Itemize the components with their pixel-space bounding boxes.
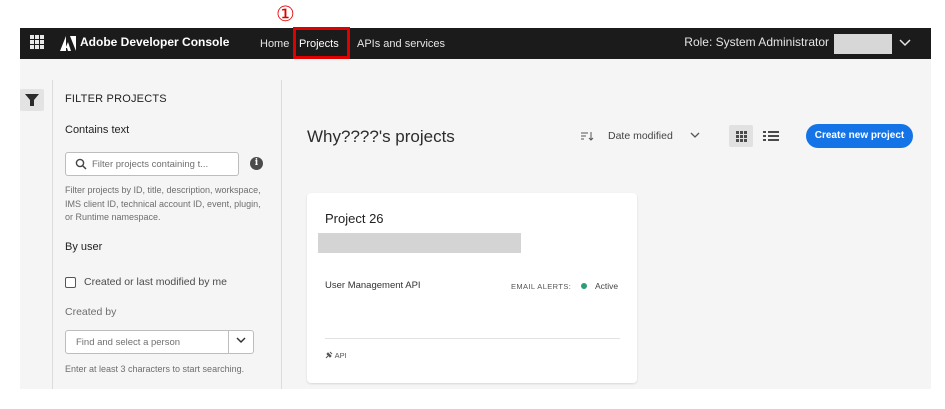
person-picker-dropdown-button[interactable] — [228, 331, 253, 353]
email-alerts-label: EMAIL ALERTS: — [511, 282, 572, 291]
created-by-label: Created by — [65, 306, 117, 318]
status-dot-icon — [581, 283, 587, 289]
by-user-heading: By user — [65, 241, 103, 253]
person-picker[interactable]: Find and select a person — [65, 330, 254, 354]
filter-search-placeholder: Filter projects containing t... — [92, 159, 209, 170]
list-view-icon[interactable] — [763, 127, 781, 145]
top-bar: Adobe Developer Console Home Projects AP… — [20, 28, 931, 59]
created-by-me-label[interactable]: Created or last modified by me — [84, 276, 227, 288]
project-api-name: User Management API — [325, 280, 421, 291]
grid-view-icon — [736, 131, 747, 142]
filter-search-input[interactable]: Filter projects containing t... — [65, 152, 239, 176]
filter-icon — [25, 94, 39, 106]
person-picker-help: Enter at least 3 characters to start sea… — [65, 364, 245, 374]
nav-apis-and-services[interactable]: APIs and services — [357, 28, 445, 59]
app-switcher-icon[interactable] — [30, 35, 44, 49]
chevron-down-icon — [236, 337, 246, 344]
annotation-step-1: ① — [276, 2, 295, 26]
annotation-highlight-projects — [293, 27, 350, 59]
info-icon[interactable]: i — [250, 157, 263, 170]
card-footer-label: API — [334, 351, 347, 360]
plug-icon — [325, 351, 333, 359]
adobe-logo-icon — [60, 36, 76, 51]
filter-title: FILTER PROJECTS — [65, 93, 167, 105]
contains-text-heading: Contains text — [65, 124, 130, 136]
project-title[interactable]: Project 26 — [325, 211, 384, 226]
nav-home[interactable]: Home — [260, 28, 289, 59]
sort-icon[interactable] — [580, 130, 594, 142]
filter-toggle-button[interactable] — [20, 89, 44, 111]
role-label: Role: System Administrator — [684, 35, 829, 49]
sort-dropdown[interactable]: Date modified — [608, 130, 673, 142]
user-name-redacted[interactable] — [834, 34, 892, 54]
card-footer: API — [325, 351, 347, 360]
created-by-me-checkbox[interactable] — [65, 277, 76, 288]
status-badge: Active — [595, 281, 619, 291]
card-divider — [325, 338, 620, 339]
redacted-description — [318, 233, 521, 253]
brand-title[interactable]: Adobe Developer Console — [80, 35, 229, 49]
filter-search-help: Filter projects by ID, title, descriptio… — [65, 185, 261, 222]
project-card[interactable]: Project 26 User Management API EMAIL ALE… — [307, 193, 637, 383]
create-new-project-button[interactable]: Create new project — [806, 124, 913, 148]
chevron-down-icon[interactable] — [899, 33, 911, 53]
filter-sidebar: FILTER PROJECTS Contains text Filter pro… — [52, 80, 282, 389]
chevron-down-icon[interactable] — [690, 129, 700, 141]
grid-view-button[interactable] — [729, 125, 753, 147]
page-title: Why????'s projects — [307, 127, 455, 146]
search-icon — [75, 158, 87, 170]
person-picker-placeholder: Find and select a person — [76, 337, 181, 348]
